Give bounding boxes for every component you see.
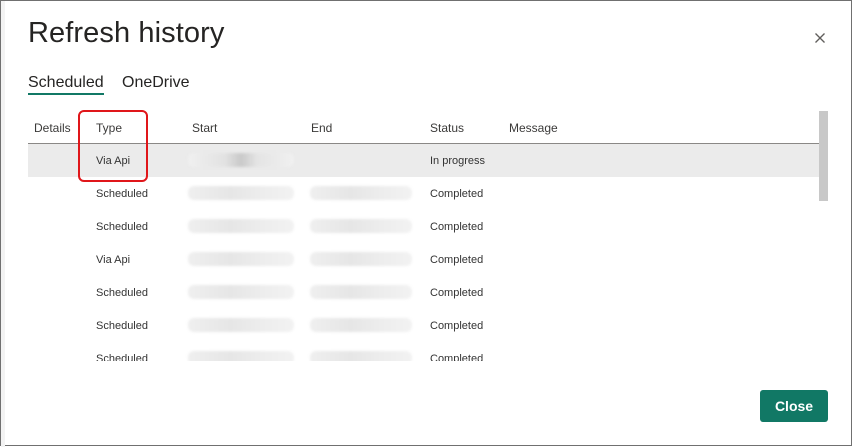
type-cell: Scheduled [96,353,148,361]
refresh-history-dialog: Refresh history Scheduled OneDrive Detai… [0,0,852,447]
end-cell-redacted [310,219,412,233]
type-cell: Via Api [96,254,131,266]
table-row[interactable]: Scheduled Completed [28,177,820,210]
table-row[interactable]: Scheduled Completed [28,276,820,309]
column-header-message[interactable]: Message [509,121,558,135]
status-cell: Completed [430,188,484,200]
type-cell: Scheduled [96,221,148,233]
start-cell-redacted [188,153,294,167]
background-strip [1,1,5,447]
status-cell: Completed [430,287,484,299]
table-row[interactable]: Scheduled Completed [28,309,820,342]
column-header-status[interactable]: Status [430,121,464,135]
tab-scheduled[interactable]: Scheduled [28,74,104,95]
type-cell: Scheduled [96,320,148,332]
status-cell: Completed [430,254,484,266]
table-row[interactable]: Scheduled Completed [28,210,820,243]
start-cell-redacted [188,318,294,332]
close-icon[interactable] [812,30,828,46]
close-button[interactable]: Close [760,390,828,422]
end-cell-redacted [310,186,412,200]
end-cell-redacted [310,285,412,299]
status-cell: In progress [430,155,486,167]
scrollbar-thumb[interactable] [819,111,828,201]
end-cell-redacted [310,252,412,266]
table-row[interactable]: Via Api Completed [28,243,820,276]
type-cell: Scheduled [96,287,148,299]
start-cell-redacted [188,219,294,233]
type-cell: Scheduled [96,188,148,200]
start-cell-redacted [188,285,294,299]
type-column-highlight-annotation [78,110,148,182]
start-cell-redacted [188,186,294,200]
start-cell-redacted [188,351,294,361]
status-cell: Completed [430,353,484,361]
column-header-details[interactable]: Details [34,121,71,135]
column-header-end[interactable]: End [311,121,332,135]
dialog-title: Refresh history [28,17,225,49]
start-cell-redacted [188,252,294,266]
table-scrollbar[interactable] [819,111,828,361]
column-header-start[interactable]: Start [192,121,217,135]
status-cell: Completed [430,221,484,233]
end-cell-redacted [310,318,412,332]
table-row[interactable]: Scheduled Completed [28,342,820,361]
status-cell: Completed [430,320,484,332]
tab-onedrive[interactable]: OneDrive [122,74,190,92]
end-cell-redacted [310,351,412,361]
